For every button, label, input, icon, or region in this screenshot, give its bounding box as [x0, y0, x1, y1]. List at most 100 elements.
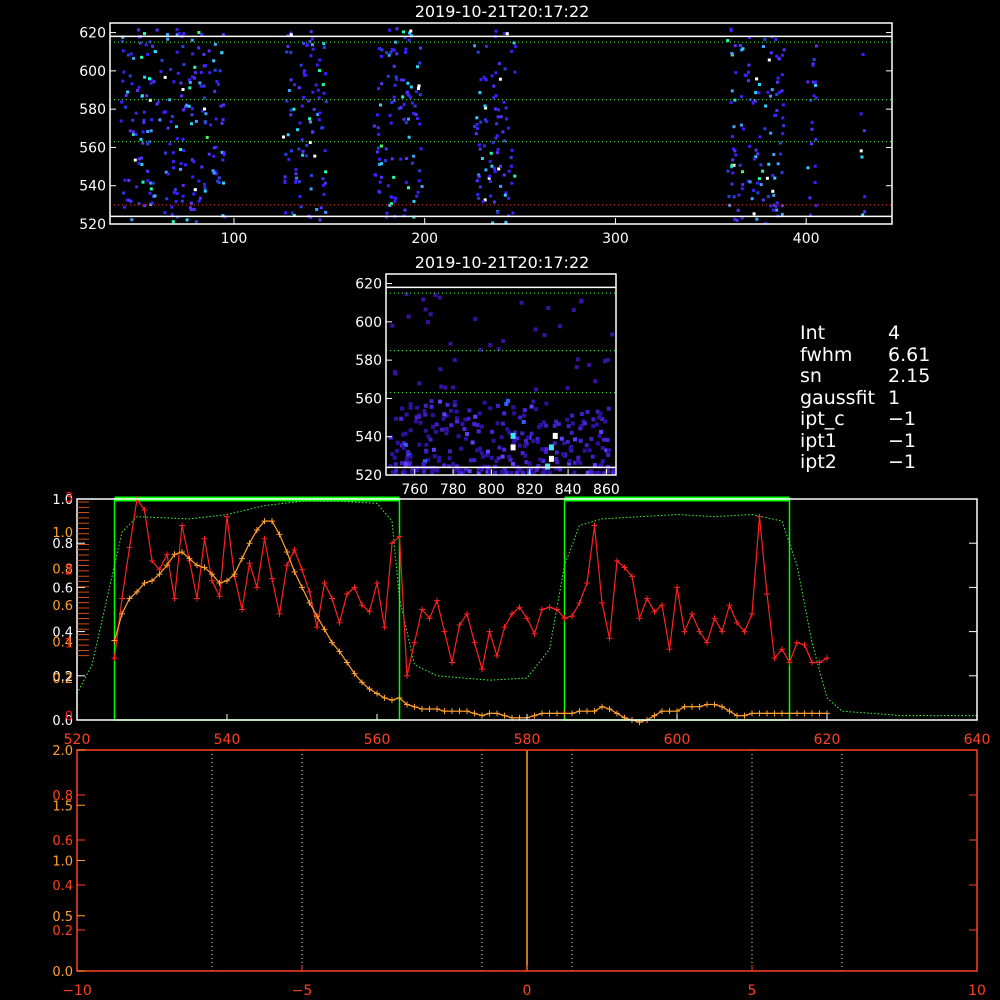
heatmap-cell [496, 147, 500, 151]
heatmap-cell [476, 193, 480, 196]
heatmap-cell [500, 421, 505, 426]
heatmap-cell [806, 80, 810, 84]
heatmap-cell [591, 417, 596, 422]
heatmap-cell [220, 51, 224, 55]
heatmap-cell [434, 422, 439, 427]
heatmap-cell [146, 179, 150, 183]
series-point [659, 708, 665, 715]
heatmap-cell [194, 119, 198, 123]
heatmap-cell [372, 124, 376, 128]
series-point [569, 613, 575, 620]
heatmap-cell [417, 84, 421, 88]
heatmap-cell [426, 434, 431, 439]
heatmap-cell [515, 436, 520, 441]
heatmap-cell [193, 65, 197, 69]
heatmap-cell [298, 195, 302, 198]
heatmap-cell [181, 45, 185, 48]
heatmap-cell [155, 102, 159, 106]
heatmap-cell [179, 167, 182, 171]
heatmap-cell [531, 438, 536, 443]
heatmap-cell [769, 51, 773, 55]
heatmap-cell [324, 210, 328, 214]
heatmap-cell [166, 126, 170, 130]
top-grid-lines [110, 35, 892, 218]
heatmap-cell [384, 147, 388, 151]
heatmap-cell [385, 51, 389, 55]
series-point [284, 549, 290, 556]
heatmap-cell [772, 193, 776, 197]
heatmap-cell [128, 74, 132, 78]
heatmap-cell [143, 32, 146, 36]
heatmap-cell [300, 104, 304, 108]
heatmap-cell [499, 435, 504, 440]
heatmap-cell [380, 82, 384, 86]
heatmap-cell [752, 157, 756, 161]
series-line [113, 520, 827, 723]
heatmap-cell [484, 453, 489, 458]
heatmap-cell [399, 157, 403, 161]
y-tick-label: 620 [355, 277, 382, 293]
heatmap-cell [775, 201, 779, 205]
series-point [689, 610, 695, 617]
series-point [704, 701, 710, 708]
heatmap-cell [726, 169, 730, 173]
heatmap-cell [488, 406, 493, 411]
top-title: 2019-10-21T20:17:22 [415, 2, 590, 21]
mid-heatmap: 2019-10-21T20:17:22 760 780 800 820 840 860 52… [355, 253, 620, 498]
heatmap-cell [483, 144, 486, 148]
heatmap-cell [448, 341, 453, 346]
heatmap-cell [422, 409, 427, 414]
heatmap-cell [556, 422, 561, 426]
heatmap-cell [310, 174, 313, 177]
heatmap-cell [293, 83, 296, 87]
heatmap-cell [312, 107, 316, 111]
series-point [576, 599, 583, 606]
heatmap-cell [488, 174, 492, 178]
heatmap-cell [419, 46, 422, 50]
heatmap-cell [412, 154, 416, 158]
heatmap-cell [403, 462, 408, 467]
heatmap-cell [521, 420, 526, 424]
heatmap-cell [404, 50, 407, 54]
x-tick-label: 300 [602, 231, 629, 247]
y-tick-label: 600 [355, 315, 382, 331]
series-point [764, 710, 770, 717]
heatmap-cell [467, 469, 472, 474]
heatmap-cell [475, 127, 479, 130]
heatmap-cell [133, 158, 137, 162]
heatmap-cell [283, 175, 287, 179]
series-point [329, 595, 335, 602]
heatmap-cell [390, 101, 394, 105]
profile-axes-frame [76, 498, 978, 721]
heatmap-cell [814, 80, 818, 84]
heatmap-cell [192, 207, 196, 211]
series-point [381, 624, 388, 631]
heatmap-cell [771, 208, 775, 212]
series-point [494, 710, 500, 717]
heatmap-cell [317, 96, 321, 100]
series-point [726, 602, 733, 609]
series-point [674, 584, 680, 591]
heatmap-cell [163, 110, 167, 114]
y-tick-label-red: 2 [65, 564, 73, 579]
heatmap-cell [387, 28, 391, 32]
heatmap-cell [738, 163, 742, 167]
series-point [711, 615, 718, 622]
heatmap-cell [220, 121, 224, 125]
heatmap-cell [139, 156, 143, 160]
heatmap-cell [565, 439, 570, 444]
heatmap-cell [756, 181, 760, 185]
red-series [111, 496, 830, 679]
heatmap-cell [466, 416, 471, 421]
heatmap-cell [477, 196, 481, 200]
series-point [336, 619, 343, 626]
heatmap-cell [582, 421, 587, 426]
heatmap-cell [567, 459, 572, 464]
heatmap-cell [578, 438, 583, 443]
series-point [276, 531, 283, 538]
heatmap-cell [414, 90, 418, 94]
heatmap-cell [393, 371, 398, 376]
heatmap-cell [814, 138, 818, 141]
series-point [591, 708, 598, 715]
y-tick-label-red: 3 [65, 491, 73, 506]
